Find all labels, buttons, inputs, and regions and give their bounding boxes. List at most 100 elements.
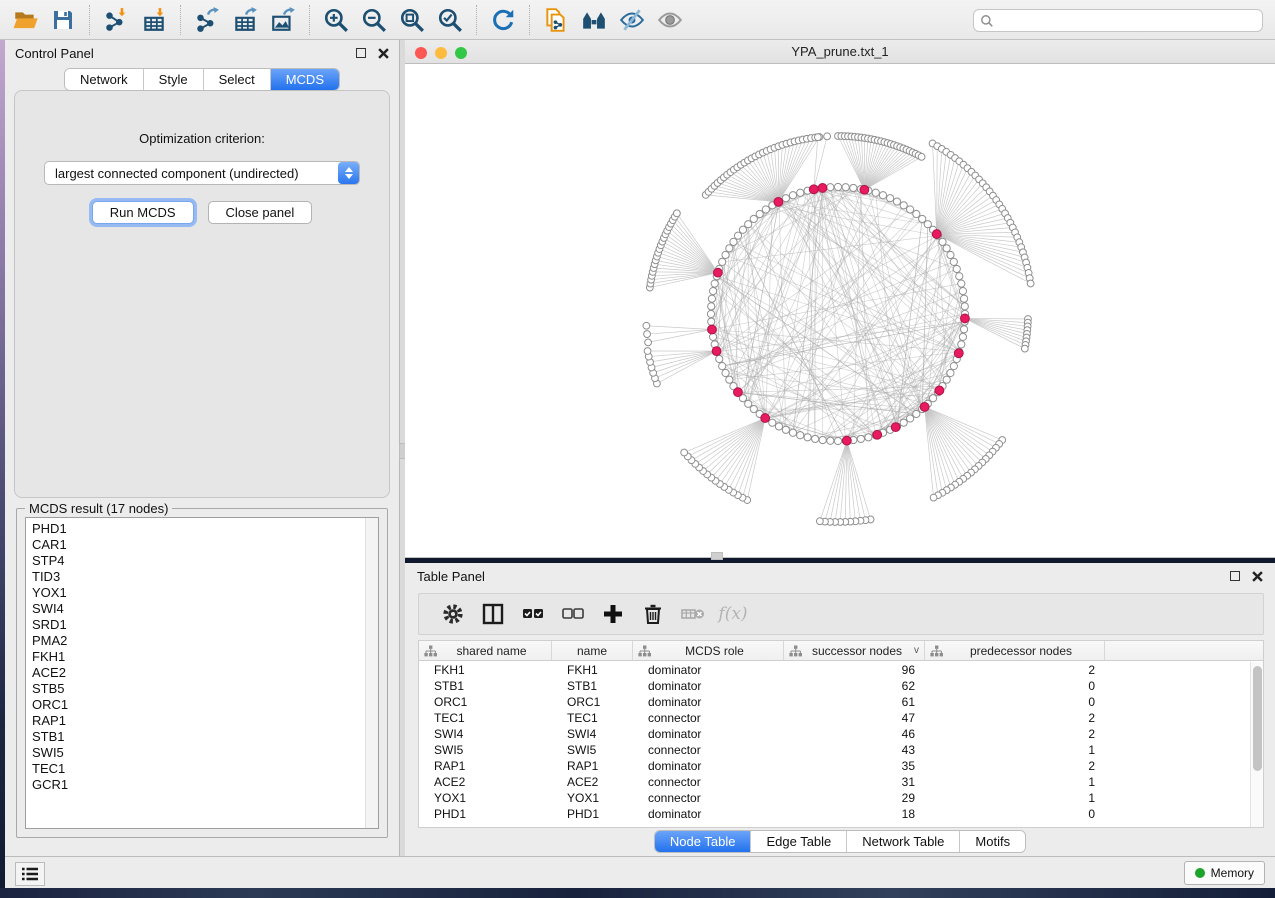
float-table-panel-icon[interactable] — [1230, 571, 1240, 581]
automation-panel-button[interactable] — [15, 862, 45, 886]
column-header-name[interactable]: name — [552, 641, 633, 660]
function-builder-button[interactable]: f(x) — [713, 597, 753, 631]
table-row-tec1[interactable]: TEC1TEC1connector472 — [419, 710, 1250, 726]
table-row-rap1[interactable]: RAP1RAP1dominator352 — [419, 758, 1250, 774]
cell-mcds-role: dominator — [633, 678, 784, 694]
zoom-fit-button[interactable] — [393, 3, 431, 37]
optimization-criterion-dropdown[interactable]: largest connected component (undirected) — [44, 161, 360, 185]
mcds-result-list[interactable]: PHD1CAR1STP4TID3YOX1SWI4SRD1PMA2FKH1ACE2… — [25, 517, 379, 829]
column-header-shared-name[interactable]: shared name — [419, 641, 552, 660]
zoom-out-icon — [361, 7, 387, 33]
mcds-node-tid3[interactable]: TID3 — [32, 569, 378, 585]
close-table-panel-icon[interactable] — [1252, 571, 1263, 582]
horizontal-split-handle[interactable] — [711, 552, 723, 560]
new-network-from-selection-button[interactable] — [537, 3, 575, 37]
cell-successor-nodes: 47 — [784, 710, 925, 726]
memory-button[interactable]: Memory — [1184, 861, 1265, 885]
mcds-list-scrollbar[interactable] — [365, 518, 378, 828]
toolbar-separator — [529, 5, 530, 35]
mcds-node-phd1[interactable]: PHD1 — [32, 521, 378, 537]
cell-predecessor-nodes: 1 — [925, 742, 1105, 758]
mcds-node-orc1[interactable]: ORC1 — [32, 697, 378, 713]
search-icon — [980, 14, 994, 28]
mcds-node-rap1[interactable]: RAP1 — [32, 713, 378, 729]
table-row-yox1[interactable]: YOX1YOX1connector291 — [419, 790, 1250, 806]
mcds-node-stb5[interactable]: STB5 — [32, 681, 378, 697]
network-canvas[interactable] — [405, 64, 1275, 557]
table-row-swi5[interactable]: SWI5SWI5connector431 — [419, 742, 1250, 758]
mcds-node-pma2[interactable]: PMA2 — [32, 633, 378, 649]
table-row-orc1[interactable]: ORC1ORC1dominator610 — [419, 694, 1250, 710]
tab-mcds[interactable]: MCDS — [271, 69, 339, 90]
open-session-button[interactable] — [6, 3, 44, 37]
tab-select[interactable]: Select — [204, 69, 271, 90]
binoculars-button[interactable] — [575, 3, 613, 37]
mcds-tab-content: Optimization criterion: largest connecte… — [14, 90, 390, 498]
mcds-node-stb1[interactable]: STB1 — [32, 729, 378, 745]
table-scrollbar-thumb[interactable] — [1253, 666, 1262, 771]
minimize-window-icon[interactable] — [435, 47, 447, 59]
zoom-out-button[interactable] — [355, 3, 393, 37]
apply-layout-button[interactable] — [484, 3, 522, 37]
table-row-fkh1[interactable]: FKH1FKH1dominator962 — [419, 662, 1250, 678]
mcds-node-srd1[interactable]: SRD1 — [32, 617, 378, 633]
maximize-window-icon[interactable] — [455, 47, 467, 59]
close-window-icon[interactable] — [415, 47, 427, 59]
column-label: name — [557, 644, 627, 658]
import-network-button[interactable] — [97, 3, 135, 37]
tab-style[interactable]: Style — [144, 69, 204, 90]
mcds-node-swi4[interactable]: SWI4 — [32, 601, 378, 617]
delete-columns-button[interactable] — [633, 597, 673, 631]
table-row-phd1[interactable]: PHD1PHD1dominator180 — [419, 806, 1250, 822]
zoom-selected-button[interactable] — [431, 3, 469, 37]
tab-network[interactable]: Network — [65, 69, 144, 90]
cell-name: RAP1 — [552, 758, 633, 774]
mcds-node-fkh1[interactable]: FKH1 — [32, 649, 378, 665]
export-network-button[interactable] — [188, 3, 226, 37]
toggle-column-display-button[interactable] — [473, 597, 513, 631]
float-panel-icon[interactable] — [356, 48, 366, 58]
search-input[interactable] — [999, 14, 1256, 28]
close-panel-button[interactable]: Close panel — [208, 201, 313, 224]
tab-motifs[interactable]: Motifs — [960, 831, 1025, 852]
table-scrollbar[interactable] — [1250, 662, 1263, 827]
mcds-node-gcr1[interactable]: GCR1 — [32, 777, 378, 793]
zoom-in-button[interactable] — [317, 3, 355, 37]
network-search-box[interactable] — [973, 9, 1263, 32]
close-panel-icon[interactable] — [378, 48, 389, 59]
column-header-predecessor-nodes[interactable]: predecessor nodes — [925, 641, 1105, 660]
run-mcds-button[interactable]: Run MCDS — [92, 201, 194, 224]
mcds-node-swi5[interactable]: SWI5 — [32, 745, 378, 761]
select-all-button[interactable] — [513, 597, 553, 631]
export-image-button[interactable] — [264, 3, 302, 37]
column-header-mcds-role[interactable]: MCDS role — [633, 641, 784, 660]
deselect-all-button[interactable] — [553, 597, 593, 631]
hide-selected-button[interactable] — [613, 3, 651, 37]
cell-name: STB1 — [552, 678, 633, 694]
node-table: shared name name MCDS rolesuccessor nodesv… — [418, 640, 1264, 828]
table-header-row: shared name name MCDS rolesuccessor nodesv… — [419, 641, 1263, 661]
table-row-swi4[interactable]: SWI4SWI4dominator462 — [419, 726, 1250, 742]
show-graphics-details-button[interactable] — [651, 3, 689, 37]
table-row-ace2[interactable]: ACE2ACE2connector311 — [419, 774, 1250, 790]
cell-shared-name: YOX1 — [419, 790, 552, 806]
tab-network-table[interactable]: Network Table — [847, 831, 960, 852]
import-table-button[interactable] — [135, 3, 173, 37]
mcds-node-stp4[interactable]: STP4 — [32, 553, 378, 569]
trash-icon — [641, 602, 665, 626]
mcds-node-ace2[interactable]: ACE2 — [32, 665, 378, 681]
table-row-stb1[interactable]: STB1STB1dominator620 — [419, 678, 1250, 694]
tab-edge-table[interactable]: Edge Table — [751, 831, 847, 852]
network-titlebar: YPA_prune.txt_1 — [405, 40, 1275, 64]
add-column-button[interactable] — [593, 597, 633, 631]
cell-shared-name: ORC1 — [419, 694, 552, 710]
mcds-node-car1[interactable]: CAR1 — [32, 537, 378, 553]
delete-table-button[interactable] — [673, 597, 713, 631]
mcds-node-tec1[interactable]: TEC1 — [32, 761, 378, 777]
mcds-node-yox1[interactable]: YOX1 — [32, 585, 378, 601]
tab-node-table[interactable]: Node Table — [655, 831, 752, 852]
save-session-button[interactable] — [44, 3, 82, 37]
export-table-button[interactable] — [226, 3, 264, 37]
table-settings-button[interactable] — [433, 597, 473, 631]
column-header-successor-nodes[interactable]: successor nodesv — [784, 641, 925, 660]
